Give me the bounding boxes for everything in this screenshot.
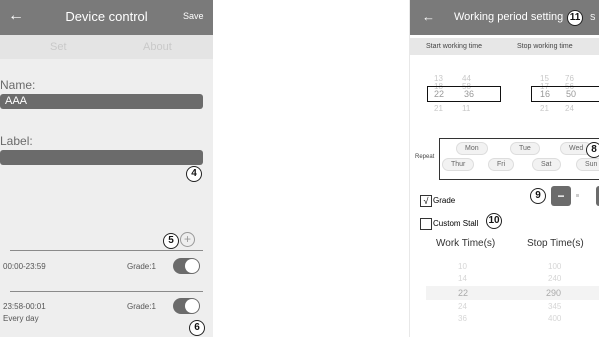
day-fri[interactable]: Fri bbox=[488, 158, 515, 171]
stop-time-selected[interactable]: 290 bbox=[546, 288, 561, 298]
custom-stall-checkbox[interactable] bbox=[420, 218, 432, 230]
divider bbox=[10, 250, 203, 251]
period-repeat: Every day bbox=[3, 314, 39, 323]
wheel-value: 240 bbox=[548, 274, 562, 283]
grade-label: Grade bbox=[433, 196, 456, 205]
stop-time-heading: Stop working time bbox=[517, 43, 573, 50]
wheel-value: 24 bbox=[458, 302, 467, 311]
start-time-picker[interactable]: 22 36 bbox=[427, 86, 501, 102]
wheel-value: 10 bbox=[458, 262, 467, 271]
repeat-days-box: Mon Tue Wed Thur Fri Sat Sun bbox=[439, 138, 599, 180]
day-thur[interactable]: Thur bbox=[442, 158, 475, 171]
stop-time-picker[interactable]: 16 50 bbox=[531, 86, 599, 102]
page-title: Device control bbox=[65, 9, 148, 24]
day-mon[interactable]: Mon bbox=[456, 142, 488, 155]
period-toggle[interactable] bbox=[173, 258, 200, 274]
plus-circle-icon[interactable]: + bbox=[180, 232, 195, 247]
grade-checkbox[interactable]: √ bbox=[420, 195, 432, 207]
work-time-selected[interactable]: 22 bbox=[458, 288, 468, 298]
callout-5: 5 bbox=[163, 233, 179, 249]
callout-11: 11 bbox=[567, 10, 583, 26]
wheel-value: 100 bbox=[548, 262, 562, 271]
stop-time-label: Stop Time(s) bbox=[527, 238, 584, 249]
custom-stall-label: Custom Stall bbox=[433, 219, 479, 228]
decrease-grade-button[interactable]: − bbox=[551, 186, 571, 206]
callout-8: 8 bbox=[586, 142, 599, 158]
period-toggle[interactable] bbox=[173, 298, 200, 314]
header-bar: ← Device control Save bbox=[0, 0, 213, 35]
callout-4: 4 bbox=[186, 166, 202, 182]
label-field[interactable] bbox=[0, 150, 203, 165]
save-button[interactable]: S bbox=[590, 13, 595, 22]
callout-6: 6 bbox=[189, 320, 205, 336]
tab-set[interactable]: Set bbox=[50, 41, 67, 53]
callout-10: 10 bbox=[486, 213, 502, 229]
wheel-value: 345 bbox=[548, 302, 562, 311]
label-label: Label: bbox=[0, 134, 33, 148]
column-header: Start working time Stop working time bbox=[410, 38, 599, 55]
picker-value: 21 bbox=[540, 104, 549, 113]
wheel-selection-band bbox=[426, 286, 599, 300]
day-tue[interactable]: Tue bbox=[510, 142, 540, 155]
tab-bar: Set About bbox=[0, 35, 213, 59]
wheel-value: 14 bbox=[458, 274, 467, 283]
name-field[interactable]: AAA bbox=[0, 94, 203, 109]
picker-value: 24 bbox=[565, 104, 574, 113]
back-arrow-icon[interactable]: ← bbox=[422, 9, 435, 24]
work-time-label: Work Time(s) bbox=[436, 238, 496, 249]
day-sun[interactable]: Sun bbox=[576, 158, 599, 171]
start-time-heading: Start working time bbox=[426, 43, 483, 50]
period-time: 00:00-23:59 bbox=[3, 262, 46, 271]
divider bbox=[10, 291, 203, 292]
wheel-value: 400 bbox=[548, 314, 562, 323]
period-grade: Grade:1 bbox=[127, 262, 156, 271]
repeat-label: Repeat bbox=[415, 154, 435, 160]
grade-indicator bbox=[576, 194, 579, 197]
picker-value: 21 bbox=[434, 104, 443, 113]
page-title: Working period setting bbox=[454, 11, 564, 23]
period-grade: Grade:1 bbox=[127, 302, 156, 311]
day-sat[interactable]: Sat bbox=[532, 158, 561, 171]
working-period-screen: ← Working period setting 11 S Start work… bbox=[409, 0, 599, 337]
wheel-value: 36 bbox=[458, 314, 467, 323]
picker-value: 11 bbox=[462, 104, 471, 113]
period-time: 23:58-00:01 bbox=[3, 302, 46, 311]
save-button[interactable]: Save bbox=[183, 11, 204, 21]
device-control-screen: ← Device control Save Set About Name: AA… bbox=[0, 0, 213, 337]
tab-about[interactable]: About bbox=[143, 41, 172, 53]
callout-9: 9 bbox=[530, 188, 546, 204]
header-bar: ← Working period setting 11 S bbox=[410, 0, 599, 35]
name-label: Name: bbox=[0, 78, 36, 92]
